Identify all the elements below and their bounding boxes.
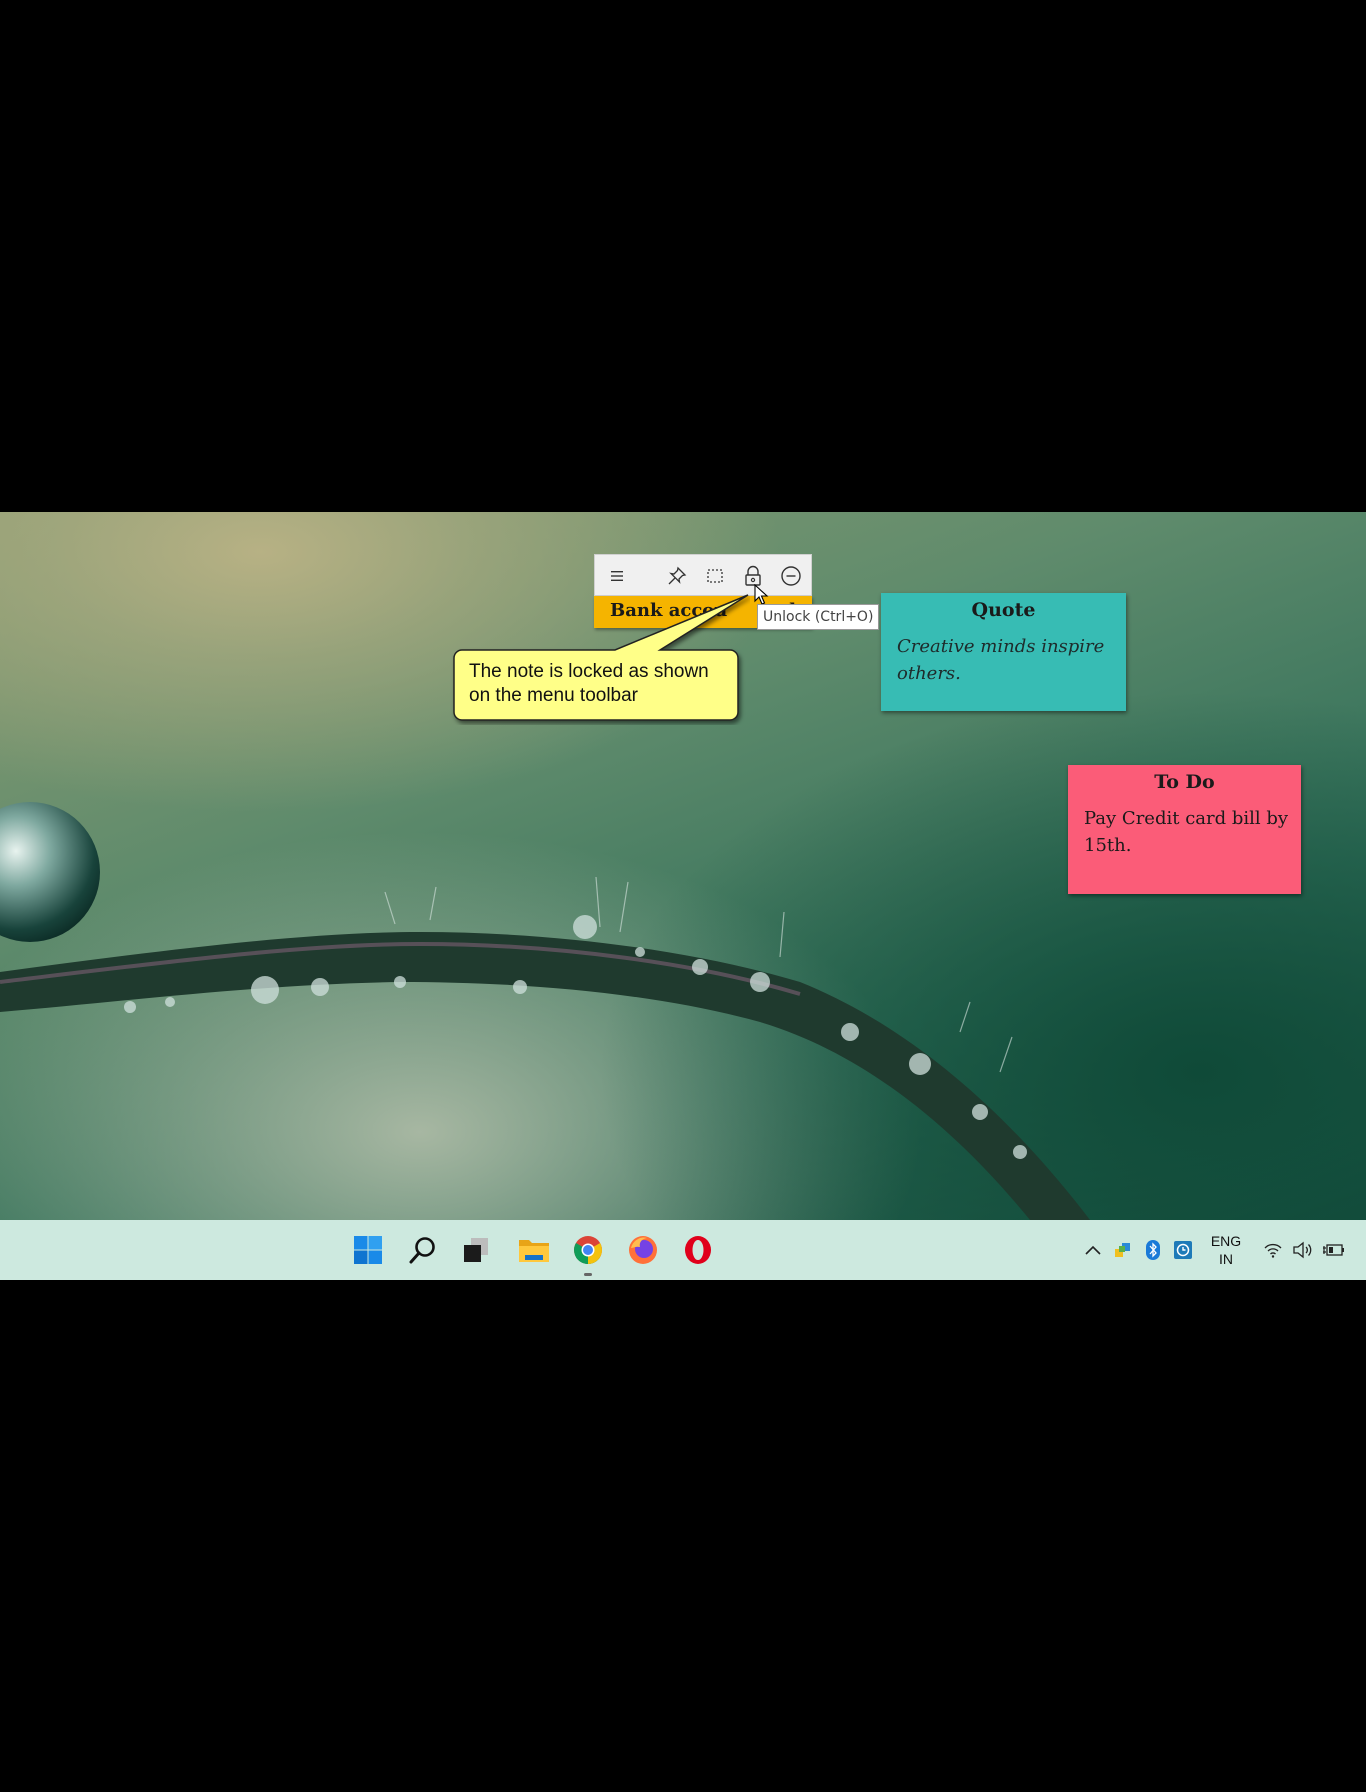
- windows-start-icon: [354, 1236, 382, 1264]
- region-code: IN: [1219, 1251, 1233, 1267]
- hamburger-menu-icon: [611, 571, 623, 581]
- start-button[interactable]: [348, 1230, 388, 1270]
- minimize-button[interactable]: [778, 563, 804, 589]
- minimize-icon: [781, 566, 801, 586]
- network-app-icon: [1115, 1243, 1130, 1257]
- opera-button[interactable]: [678, 1230, 718, 1270]
- file-explorer-icon: [519, 1240, 549, 1262]
- bluetooth-icon: [1146, 1240, 1160, 1260]
- task-view-button[interactable]: [456, 1230, 496, 1270]
- language-indicator[interactable]: ENG IN: [1202, 1220, 1250, 1280]
- todo-note-body: Pay Credit card bill by 15th.: [1084, 808, 1289, 856]
- volume-button[interactable]: [1290, 1220, 1316, 1280]
- chrome-icon: [574, 1236, 602, 1264]
- pin-button[interactable]: [664, 563, 690, 589]
- firefox-button[interactable]: [623, 1230, 663, 1270]
- wifi-button[interactable]: [1262, 1220, 1284, 1280]
- quote-sticky-note[interactable]: Quote Creative minds inspire others.: [881, 593, 1126, 711]
- taskbar: ENG IN: [0, 1220, 1366, 1280]
- task-view-icon: [464, 1238, 488, 1262]
- wifi-icon: [1264, 1243, 1282, 1258]
- language-code: ENG: [1210, 1233, 1242, 1249]
- file-explorer-button[interactable]: [514, 1230, 554, 1270]
- todo-sticky-note[interactable]: To Do Pay Credit card bill by 15th.: [1068, 765, 1301, 894]
- bluetooth-button[interactable]: [1142, 1220, 1164, 1280]
- chevron-up-icon: [1085, 1245, 1101, 1255]
- firefox-icon: [629, 1236, 657, 1264]
- todo-note-title: To Do: [1154, 771, 1215, 793]
- quote-note-body: Creative minds inspire others.: [897, 636, 1105, 684]
- backup-clock-icon: [1174, 1241, 1192, 1259]
- select-icon: [707, 569, 723, 583]
- search-icon: [409, 1237, 435, 1264]
- unlock-tooltip: Unlock (Ctrl+O): [757, 604, 880, 630]
- show-hidden-icons-button[interactable]: [1082, 1220, 1104, 1280]
- chrome-button[interactable]: [568, 1230, 608, 1276]
- volume-icon: [1293, 1241, 1312, 1259]
- select-button[interactable]: [702, 563, 728, 589]
- mouse-cursor-icon: [754, 584, 769, 605]
- tray-app-button[interactable]: [1112, 1220, 1134, 1280]
- pin-icon: [668, 566, 687, 585]
- callout-text: The note is locked as shown on the menu …: [469, 661, 709, 706]
- search-button[interactable]: [403, 1230, 443, 1270]
- battery-button[interactable]: [1320, 1220, 1348, 1280]
- opera-icon: [685, 1236, 711, 1264]
- battery-charging-icon: [1323, 1244, 1344, 1256]
- backup-button[interactable]: [1172, 1220, 1194, 1280]
- running-indicator: [584, 1273, 592, 1276]
- quote-note-title: Quote: [971, 599, 1036, 621]
- menu-button[interactable]: [604, 563, 630, 589]
